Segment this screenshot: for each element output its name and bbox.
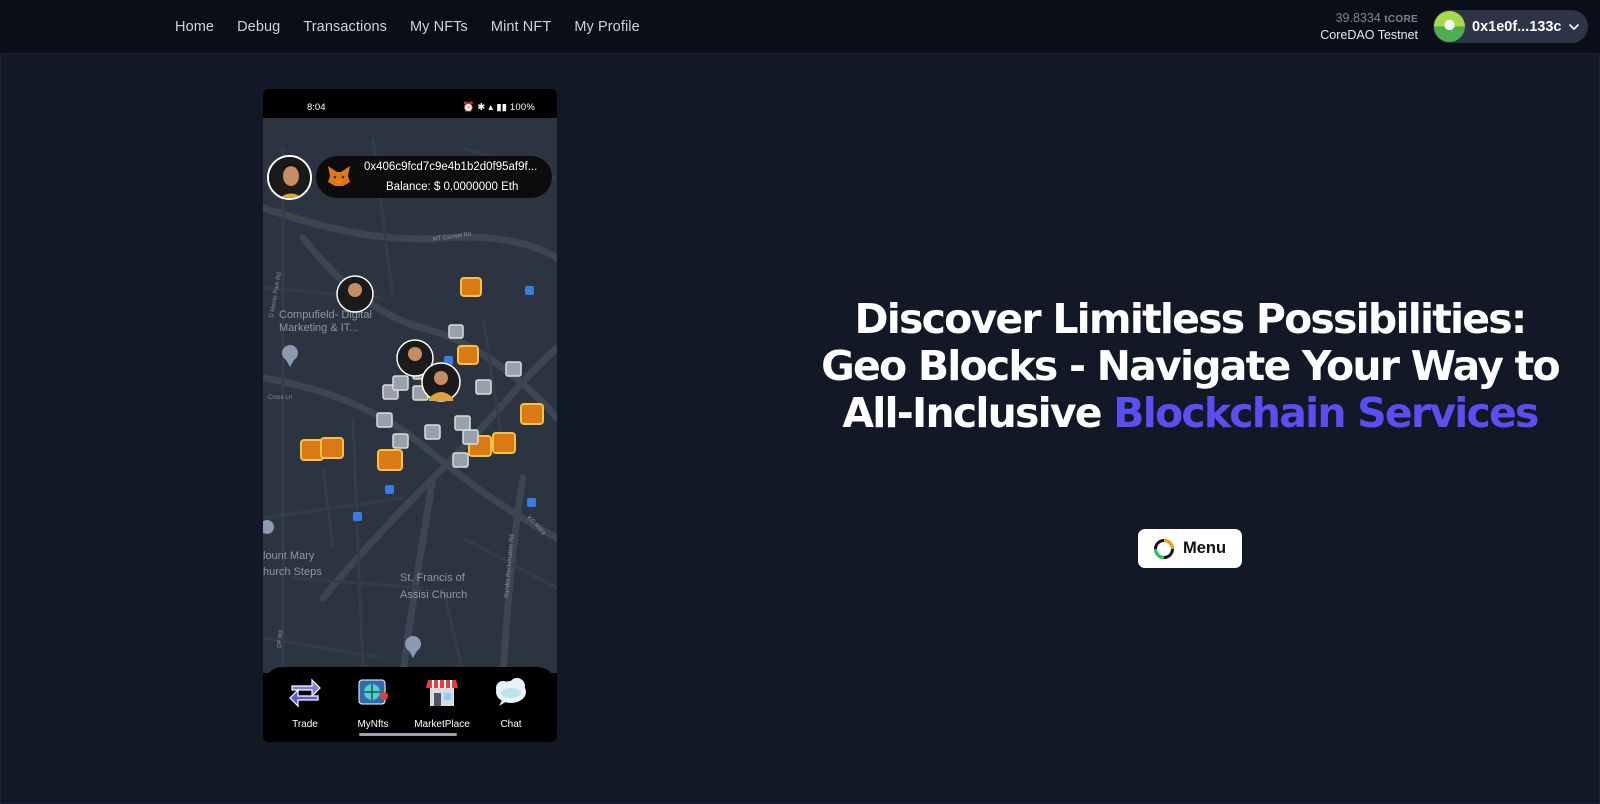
tab-marketplace[interactable]: MarketPlace bbox=[407, 676, 477, 730]
place-label-mount-mary: lount Mary hurch Steps bbox=[263, 550, 322, 578]
tab-marketplace-label: MarketPlace bbox=[414, 719, 470, 730]
status-battery: 100% bbox=[509, 102, 535, 113]
nav-debug[interactable]: Debug bbox=[237, 19, 280, 35]
storefront-icon bbox=[426, 680, 458, 706]
nav-mint-nft[interactable]: Mint NFT bbox=[491, 19, 551, 35]
menu-button-label: Menu bbox=[1183, 539, 1227, 557]
tab-mynfts-label: MyNfts bbox=[357, 719, 389, 730]
status-time: 8:04 bbox=[307, 102, 326, 113]
map-pins bbox=[263, 286, 536, 658]
wallet-card[interactable]: 0x406c9fcd7c9e4b1b2d0f95af9f... Balance:… bbox=[316, 156, 552, 198]
map-view[interactable]: MT Carmel Rd Cross Ln D Monte Park Rd Ba… bbox=[263, 118, 557, 673]
nav-home[interactable]: Home bbox=[175, 19, 214, 35]
top-navbar: Home Debug Transactions My NFTs Mint NFT… bbox=[0, 0, 1600, 54]
wallet-balance: 39.8334 tCORE CoreDAO Testnet bbox=[1320, 11, 1418, 43]
hero-heading: Discover Limitless Possibilities: Geo Bl… bbox=[800, 296, 1580, 437]
menu-ring-icon bbox=[1154, 538, 1174, 559]
place-label-compufield: Compufield- Digital Marketing & IT... bbox=[279, 309, 372, 334]
app-screenshot-phone: 8:04 ⏰ ✱ ▴ ▮▮ 100% MT Carmel Rd Cross Ln… bbox=[263, 89, 557, 742]
account-avatar bbox=[1434, 11, 1465, 42]
account-address: 0x1e0f...133c bbox=[1472, 18, 1562, 35]
profile-avatar[interactable] bbox=[267, 155, 312, 200]
tab-chat[interactable]: Chat bbox=[476, 676, 546, 730]
wallet-address: 0x406c9fcd7c9e4b1b2d0f95af9f... bbox=[364, 161, 538, 173]
account-button[interactable]: 0x1e0f...133c bbox=[1433, 10, 1588, 43]
phone-status-bar: 8:04 ⏰ ✱ ▴ ▮▮ 100% bbox=[307, 102, 535, 113]
phone-bottom-tabbar: Trade MyNfts MarketPlace Chat bbox=[263, 667, 557, 742]
hero-line-3: All-Inclusive bbox=[842, 389, 1114, 437]
nav-transactions[interactable]: Transactions bbox=[303, 19, 387, 35]
tab-mynfts[interactable]: MyNfts bbox=[338, 676, 408, 730]
nft-globe-icon bbox=[358, 679, 388, 705]
hero-line-2: Geo Blocks - Navigate Your Way to bbox=[821, 342, 1560, 390]
chat-cloud-icon bbox=[496, 678, 526, 706]
road-label-cross-ln: Cross Ln bbox=[268, 395, 292, 401]
road-label-mt-carmel: MT Carmel Rd bbox=[432, 232, 471, 243]
tab-trade-label: Trade bbox=[292, 719, 318, 730]
swap-arrows-icon bbox=[289, 678, 321, 708]
main-nav: Home Debug Transactions My NFTs Mint NFT… bbox=[175, 0, 663, 54]
menu-button[interactable]: Menu bbox=[1138, 529, 1242, 568]
tab-trade[interactable]: Trade bbox=[270, 676, 340, 730]
wallet-balance-text: Balance: $ 0.0000000 Eth bbox=[386, 181, 519, 193]
network-name: CoreDAO Testnet bbox=[1320, 28, 1418, 42]
map-roads: MT Carmel Rd Cross Ln D Monte Park Rd Ba… bbox=[263, 137, 557, 673]
nav-my-profile[interactable]: My Profile bbox=[574, 19, 639, 35]
home-indicator bbox=[359, 733, 457, 736]
balance-unit: tCORE bbox=[1384, 14, 1418, 25]
chevron-down-icon bbox=[1568, 23, 1579, 30]
tab-chat-label: Chat bbox=[500, 719, 522, 730]
metamask-fox-icon bbox=[328, 166, 350, 186]
hero-accent-text: Blockchain Services bbox=[1113, 389, 1539, 437]
nav-my-nfts[interactable]: My NFTs bbox=[410, 19, 468, 35]
balance-amount: 39.8334 bbox=[1335, 11, 1381, 25]
hero-line-1: Discover Limitless Possibilities: bbox=[854, 295, 1528, 343]
